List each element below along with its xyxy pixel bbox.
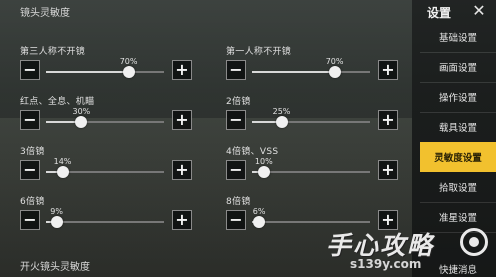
- slider-thumb[interactable]: [253, 216, 266, 228]
- menu-item-pickup[interactable]: 拾取设置: [420, 172, 496, 203]
- decrease-button[interactable]: −: [226, 60, 246, 80]
- decrease-button[interactable]: −: [226, 110, 246, 130]
- slider-label: 8倍镜: [226, 197, 251, 207]
- slider-thumb[interactable]: [275, 116, 288, 128]
- decrease-button[interactable]: −: [226, 160, 246, 180]
- slider-label: 红点、全息、机瞄: [20, 97, 95, 107]
- slider-fill: [46, 71, 129, 73]
- slider-label: 第一人称不开镜: [226, 47, 292, 57]
- menu-item-controls[interactable]: 操作设置: [420, 82, 496, 113]
- plus-icon: +: [175, 210, 189, 229]
- slider-track[interactable]: 70%: [252, 57, 370, 78]
- minus-icon: −: [229, 110, 243, 129]
- slider-thumb[interactable]: [328, 66, 341, 78]
- slider-track[interactable]: 70%: [46, 57, 164, 78]
- section-title: 镜头灵敏度: [20, 8, 70, 19]
- plus-icon: +: [175, 160, 189, 179]
- plus-icon: +: [175, 60, 189, 79]
- increase-button[interactable]: +: [378, 110, 398, 130]
- slider-track[interactable]: 25%: [252, 107, 370, 128]
- increase-button[interactable]: +: [378, 60, 398, 80]
- slider-track[interactable]: 10%: [252, 157, 370, 178]
- sidebar-title: 设置: [427, 6, 452, 20]
- watermark-logo-icon: [460, 228, 488, 256]
- slider-thumb[interactable]: [50, 216, 63, 228]
- increase-button[interactable]: +: [172, 60, 192, 80]
- decrease-button[interactable]: −: [20, 60, 40, 80]
- slider-thumb[interactable]: [257, 166, 270, 178]
- slider-value: 6%: [252, 207, 266, 216]
- slider-value: 9%: [50, 207, 63, 216]
- slider-value: 10%: [254, 157, 273, 166]
- increase-button[interactable]: +: [172, 110, 192, 130]
- slider-fill: [252, 71, 335, 73]
- minus-icon: −: [229, 160, 243, 179]
- slider-value: 70%: [325, 57, 344, 66]
- fire-sensitivity-title: 开火镜头灵敏度: [20, 262, 90, 273]
- plus-icon: +: [381, 160, 395, 179]
- slider-track[interactable]: 14%: [46, 157, 164, 178]
- decrease-button[interactable]: −: [20, 160, 40, 180]
- menu-item-graphics[interactable]: 画面设置: [420, 52, 496, 83]
- slider-label: 第三人称不开镜: [20, 47, 86, 57]
- minus-icon: −: [23, 160, 37, 179]
- slider-thumb[interactable]: [122, 66, 135, 78]
- menu-item-basic[interactable]: 基础设置: [420, 22, 496, 53]
- slider-thumb[interactable]: [56, 166, 69, 178]
- decrease-button[interactable]: −: [226, 210, 246, 230]
- slider-value: 14%: [53, 157, 72, 166]
- close-icon[interactable]: ✕: [470, 1, 488, 20]
- plus-icon: +: [381, 60, 395, 79]
- watermark-site: s139y.com: [350, 257, 422, 271]
- plus-icon: +: [175, 110, 189, 129]
- minus-icon: −: [229, 210, 243, 229]
- slider-track[interactable]: 9%: [46, 207, 164, 228]
- plus-icon: +: [381, 110, 395, 129]
- slider-label: 2倍镜: [226, 97, 251, 107]
- menu-item-vehicle[interactable]: 载具设置: [420, 112, 496, 143]
- minus-icon: −: [229, 60, 243, 79]
- slider-track[interactable]: 30%: [46, 107, 164, 128]
- slider-label: 6倍镜: [20, 197, 45, 207]
- slider-label: 4倍镜、VSS: [226, 147, 279, 157]
- increase-button[interactable]: +: [378, 160, 398, 180]
- minus-icon: −: [23, 60, 37, 79]
- decrease-button[interactable]: −: [20, 210, 40, 230]
- slider-label: 3倍镜: [20, 147, 45, 157]
- slider-value: 30%: [72, 107, 91, 116]
- slider-value: 25%: [272, 107, 291, 116]
- minus-icon: −: [23, 110, 37, 129]
- menu-item-sensitivity[interactable]: 灵敏度设置: [420, 142, 496, 172]
- increase-button[interactable]: +: [172, 210, 192, 230]
- minus-icon: −: [23, 210, 37, 229]
- decrease-button[interactable]: −: [20, 110, 40, 130]
- slider-track[interactable]: 6%: [252, 207, 370, 228]
- increase-button[interactable]: +: [172, 160, 192, 180]
- slider-value: 70%: [119, 57, 138, 66]
- watermark: 手心攻略 s139y.com: [322, 226, 494, 277]
